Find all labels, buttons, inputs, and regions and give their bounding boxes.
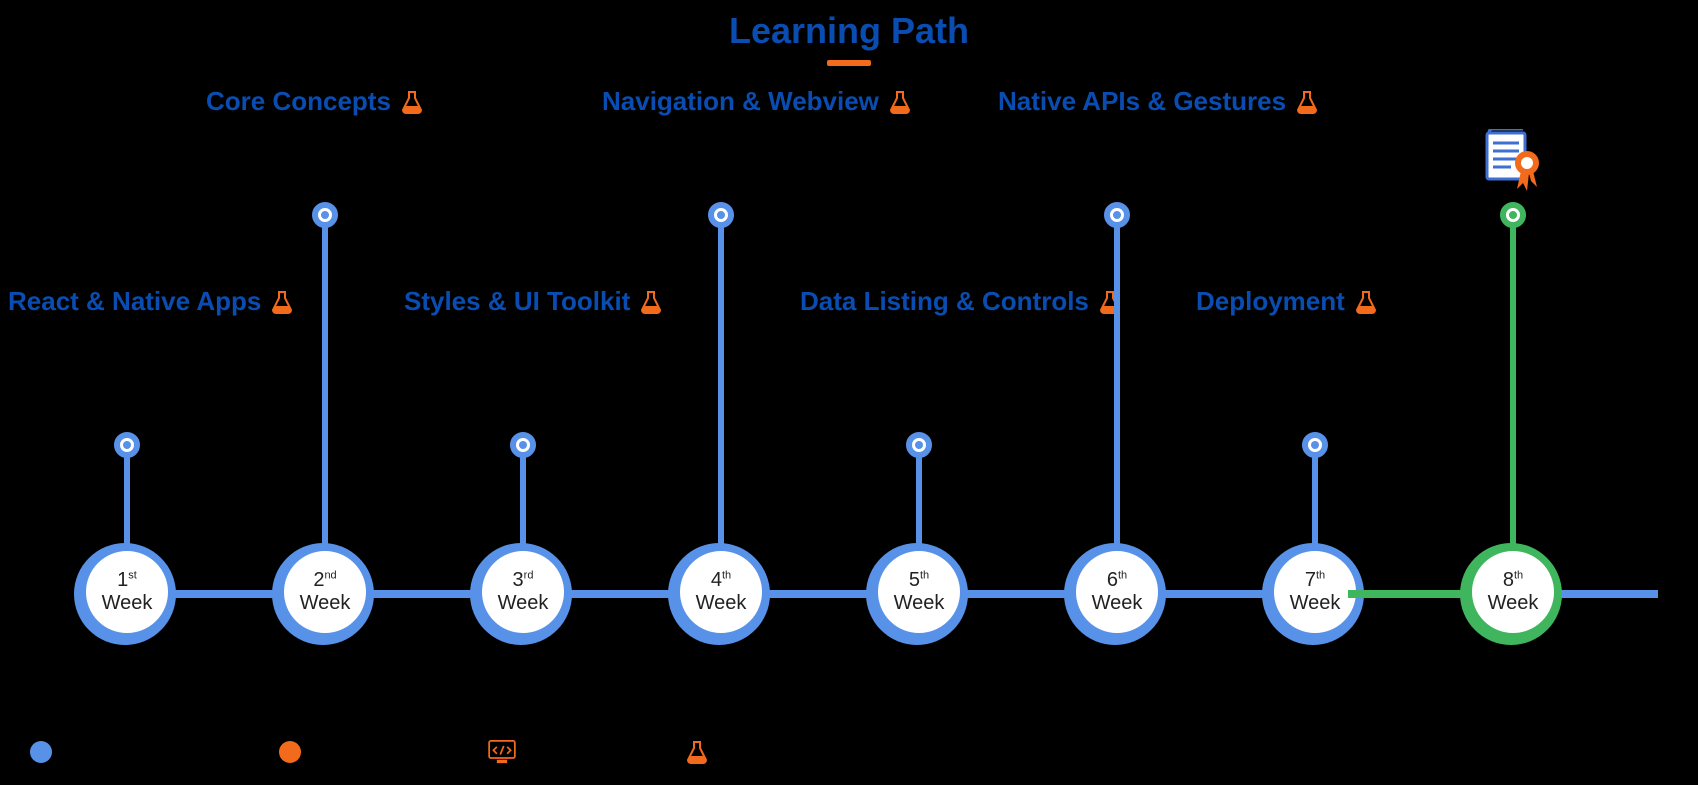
flask-icon bbox=[889, 90, 911, 114]
topic-text: Deployment bbox=[1196, 286, 1345, 317]
timeline-stem bbox=[916, 445, 922, 545]
topic-label: Native APIs & Gestures bbox=[998, 86, 1318, 117]
week-node: 6thWeek bbox=[1070, 545, 1164, 639]
topic-label: React & Native Apps bbox=[8, 286, 293, 317]
legend-source-label: Source Code bbox=[526, 739, 654, 765]
code-icon bbox=[488, 740, 516, 764]
week-label: Week bbox=[894, 592, 945, 615]
timeline-stem bbox=[1114, 215, 1120, 545]
week-ordinal: 3rd bbox=[513, 569, 534, 592]
week-label: Week bbox=[1290, 592, 1341, 615]
topic-text: Core Concepts bbox=[206, 86, 391, 117]
timeline-stem bbox=[1510, 215, 1516, 545]
flask-icon bbox=[640, 290, 662, 314]
timeline-stem-tip bbox=[312, 202, 338, 228]
timeline-stem-tip bbox=[708, 202, 734, 228]
flask-icon bbox=[271, 290, 293, 314]
legend-interview-label: Tests & Quizzes bbox=[721, 739, 879, 765]
week-ordinal: 4th bbox=[711, 569, 731, 592]
week-label: Week bbox=[300, 592, 351, 615]
week-ordinal: 2nd bbox=[313, 569, 336, 592]
timeline-stem-tip bbox=[1302, 432, 1328, 458]
topic-label: Data Listing & Controls bbox=[800, 286, 1121, 317]
week-ordinal: 7th bbox=[1305, 569, 1325, 592]
timeline-stem bbox=[1312, 445, 1318, 545]
topic-label: Styles & UI Toolkit bbox=[404, 286, 662, 317]
week-ordinal: 1st bbox=[117, 569, 137, 592]
topic-label: Navigation & Webview bbox=[602, 86, 911, 117]
week-ordinal: 8th bbox=[1503, 569, 1523, 592]
topic-label: Deployment bbox=[1196, 286, 1377, 317]
timeline-stem-tip bbox=[1500, 202, 1526, 228]
timeline-stem bbox=[124, 445, 130, 545]
legend: Courses with Video Hands-on Labs Source … bbox=[30, 739, 1668, 765]
timeline-stem-tip bbox=[510, 432, 536, 458]
week-label: Week bbox=[1488, 592, 1539, 615]
page-title: Learning Path bbox=[0, 10, 1698, 52]
flask-icon bbox=[1355, 290, 1377, 314]
topic-text: Data Listing & Controls bbox=[800, 286, 1089, 317]
week-label: Week bbox=[1092, 592, 1143, 615]
week-node: 4thWeek bbox=[674, 545, 768, 639]
week-ordinal: 5th bbox=[909, 569, 929, 592]
timeline-stem bbox=[322, 215, 328, 545]
week-node: 1stWeek bbox=[80, 545, 174, 639]
topic-text: React & Native Apps bbox=[8, 286, 261, 317]
legend-interview: Tests & Quizzes bbox=[683, 739, 879, 765]
legend-source-code: Source Code bbox=[488, 739, 654, 765]
timeline-stem bbox=[520, 445, 526, 545]
legend-lab: Hands-on Labs bbox=[279, 739, 460, 765]
timeline-stem-tip bbox=[114, 432, 140, 458]
dot-icon bbox=[30, 741, 52, 763]
week-node: 8thWeek bbox=[1466, 545, 1560, 639]
flask-icon bbox=[401, 90, 423, 114]
week-label: Week bbox=[102, 592, 153, 615]
topic-text: Native APIs & Gestures bbox=[998, 86, 1286, 117]
legend-video-label: Courses with Video bbox=[62, 739, 251, 765]
legend-lab-label: Hands-on Labs bbox=[311, 739, 460, 765]
title-underline bbox=[827, 60, 871, 66]
legend-video: Courses with Video bbox=[30, 739, 251, 765]
certificate-icon bbox=[1483, 129, 1543, 198]
topic-text: Navigation & Webview bbox=[602, 86, 879, 117]
timeline-stem-tip bbox=[1104, 202, 1130, 228]
timeline-stem bbox=[718, 215, 724, 545]
dot-icon bbox=[279, 741, 301, 763]
week-node: 5thWeek bbox=[872, 545, 966, 639]
week-node: 2ndWeek bbox=[278, 545, 372, 639]
topic-text: Styles & UI Toolkit bbox=[404, 286, 630, 317]
week-label: Week bbox=[696, 592, 747, 615]
flask-icon bbox=[1296, 90, 1318, 114]
topic-label: Core Concepts bbox=[206, 86, 423, 117]
week-node: 3rdWeek bbox=[476, 545, 570, 639]
timeline-stem-tip bbox=[906, 432, 932, 458]
week-label: Week bbox=[498, 592, 549, 615]
flask-icon bbox=[683, 740, 711, 764]
week-ordinal: 6th bbox=[1107, 569, 1127, 592]
